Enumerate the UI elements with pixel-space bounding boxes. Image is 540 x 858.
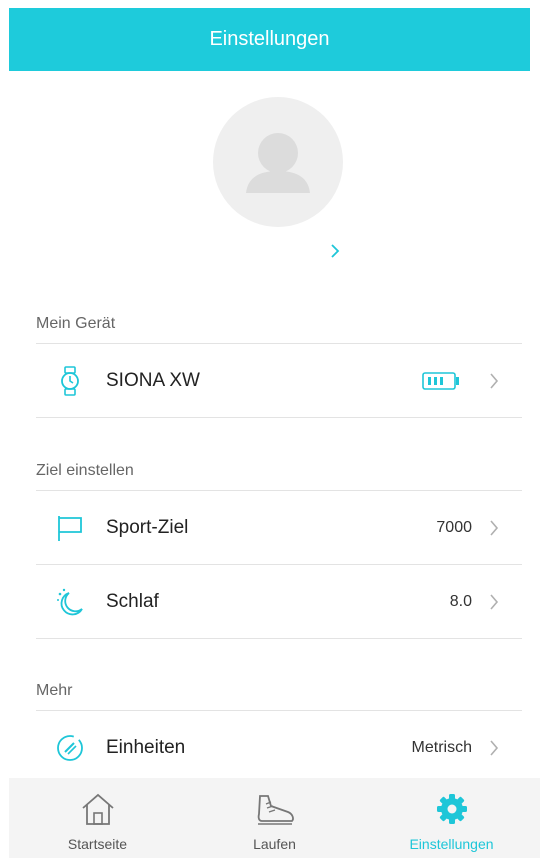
- sleep-title: Schlaf: [106, 591, 159, 612]
- battery-icon: [422, 372, 460, 390]
- units-value: Metrisch: [411, 739, 472, 756]
- chevron-right-icon: [482, 516, 506, 540]
- flag-icon: [50, 508, 90, 548]
- units-title: Einheiten: [106, 737, 186, 758]
- section-label-device: Mein Gerät: [36, 315, 116, 332]
- sport-goal-value: 7000: [436, 519, 472, 536]
- divider: [36, 343, 522, 344]
- chevron-right-icon: [482, 736, 506, 760]
- avatar[interactable]: [213, 97, 343, 227]
- divider: [36, 490, 522, 491]
- tab-label: Laufen: [253, 836, 296, 852]
- chevron-right-icon: [330, 242, 340, 263]
- watch-icon: [50, 361, 90, 401]
- page-title: Einstellungen: [209, 28, 330, 50]
- tab-label: Startseite: [67, 836, 128, 852]
- section-label-more: Mehr: [36, 682, 73, 699]
- person-icon: [246, 133, 310, 193]
- units-icon: [50, 728, 90, 768]
- shoe-icon: [254, 788, 296, 830]
- bottom-tab-bar: Startseite Laufen Einstellungen: [9, 778, 540, 858]
- sleep-row[interactable]: Schlaf 8.0: [36, 566, 522, 638]
- sleep-value: 8.0: [449, 593, 472, 610]
- tab-settings[interactable]: Einstellungen: [363, 778, 540, 858]
- chevron-right-icon: [482, 590, 506, 614]
- divider: [36, 638, 522, 639]
- tab-run[interactable]: Laufen: [186, 778, 363, 858]
- profile-link[interactable]: [250, 240, 340, 264]
- sport-goal-title: Sport-Ziel: [106, 517, 189, 538]
- divider: [36, 564, 522, 565]
- section-label-goals: Ziel einstellen: [36, 462, 134, 479]
- chevron-right-icon: [482, 369, 506, 393]
- home-icon: [79, 788, 117, 830]
- divider: [36, 710, 522, 711]
- header-bar: Einstellungen: [9, 8, 530, 71]
- tab-label: Einstellungen: [409, 836, 494, 852]
- sport-goal-row[interactable]: Sport-Ziel 7000: [36, 492, 522, 564]
- moon-icon: [50, 582, 90, 622]
- device-name: SIONA XW: [106, 370, 200, 391]
- tab-home[interactable]: Startseite: [9, 778, 186, 858]
- gear-icon: [436, 788, 468, 830]
- divider: [36, 417, 522, 418]
- device-row[interactable]: SIONA XW: [36, 345, 522, 417]
- units-row[interactable]: Einheiten Metrisch: [36, 712, 522, 784]
